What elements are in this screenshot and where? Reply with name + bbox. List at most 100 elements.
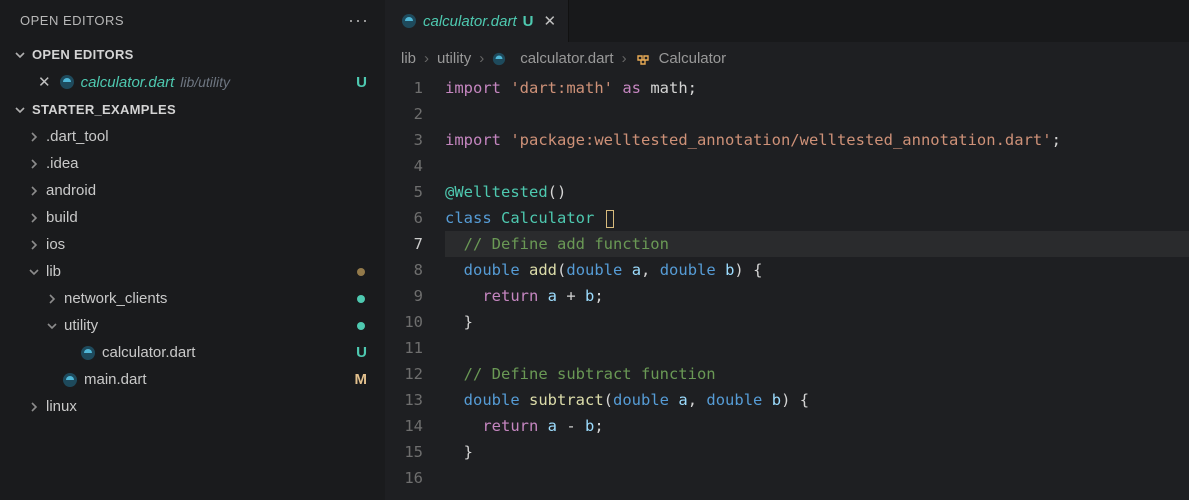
tree-folder[interactable]: build xyxy=(0,204,385,231)
sidebar-header: OPEN EDITORS ··· xyxy=(0,0,385,41)
line-number: 15 xyxy=(385,439,423,465)
dart-file-icon xyxy=(62,372,78,388)
open-editor-filename: calculator.dart xyxy=(81,74,175,91)
dart-file-icon xyxy=(401,13,417,29)
sidebar-title: OPEN EDITORS xyxy=(20,13,124,28)
tree-label: main.dart xyxy=(84,371,147,388)
chevron-right-icon xyxy=(28,185,42,197)
bracket-highlight xyxy=(606,210,614,228)
close-icon[interactable]: ✕ xyxy=(38,73,51,91)
tree-label: lib xyxy=(46,263,61,280)
chevron-right-icon: › xyxy=(424,50,429,67)
code-line[interactable]: // Define add function xyxy=(445,231,1189,257)
tree-label: .dart_tool xyxy=(46,128,109,145)
code-editor[interactable]: 12345678910111213141516 import 'dart:mat… xyxy=(385,75,1189,491)
code-line[interactable]: return a - b; xyxy=(445,413,1189,439)
chevron-right-icon xyxy=(28,239,42,251)
tree-file[interactable]: main.dart M xyxy=(0,366,385,393)
code-line[interactable]: } xyxy=(445,309,1189,335)
editor-area: calculator.dart U ✕ lib › utility › calc… xyxy=(385,0,1189,500)
open-editor-item[interactable]: ✕ calculator.dart lib/utility U xyxy=(0,68,385,96)
dart-file-icon xyxy=(59,74,75,90)
git-dot-icon xyxy=(357,268,365,276)
code-line[interactable]: } xyxy=(445,439,1189,465)
line-number: 4 xyxy=(385,153,423,179)
more-icon[interactable]: ··· xyxy=(348,10,369,31)
chevron-down-icon xyxy=(14,104,28,116)
breadcrumb[interactable]: lib › utility › calculator.dart › Calcul… xyxy=(385,42,1189,75)
tree-folder[interactable]: network_clients xyxy=(0,285,385,312)
code-line[interactable] xyxy=(445,153,1189,179)
git-dot-icon xyxy=(357,295,365,303)
git-status-badge: M xyxy=(355,371,368,388)
line-number: 16 xyxy=(385,465,423,491)
chevron-right-icon: › xyxy=(479,50,484,67)
open-editors-section[interactable]: OPEN EDITORS xyxy=(0,41,385,68)
line-number: 1 xyxy=(385,75,423,101)
code-line[interactable]: return a + b; xyxy=(445,283,1189,309)
open-editors-title: OPEN EDITORS xyxy=(32,47,134,62)
chevron-down-icon xyxy=(28,266,42,278)
tree-folder[interactable]: ios xyxy=(0,231,385,258)
line-number: 10 xyxy=(385,309,423,335)
tree-folder[interactable]: android xyxy=(0,177,385,204)
code-line[interactable]: // Define subtract function xyxy=(445,361,1189,387)
line-number: 8 xyxy=(385,257,423,283)
breadcrumb-seg[interactable]: Calculator xyxy=(659,50,727,67)
code-line[interactable]: import 'package:welltested_annotation/we… xyxy=(445,127,1189,153)
tree-folder[interactable]: utility xyxy=(0,312,385,339)
breadcrumb-seg[interactable]: utility xyxy=(437,50,471,67)
code-line[interactable]: class Calculator xyxy=(445,205,1189,231)
git-status-badge: U xyxy=(356,344,367,361)
line-number: 2 xyxy=(385,101,423,127)
tree-folder[interactable]: linux xyxy=(0,393,385,420)
tree-label: calculator.dart xyxy=(102,344,195,361)
code-line[interactable]: import 'dart:math' as math; xyxy=(445,75,1189,101)
breadcrumb-seg[interactable]: lib xyxy=(401,50,416,67)
breadcrumb-seg[interactable]: calculator.dart xyxy=(520,50,613,67)
code-line[interactable]: @Welltested() xyxy=(445,179,1189,205)
chevron-down-icon xyxy=(46,320,60,332)
sidebar: OPEN EDITORS ··· OPEN EDITORS ✕ calculat… xyxy=(0,0,385,500)
line-number: 6 xyxy=(385,205,423,231)
code-line[interactable] xyxy=(445,465,1189,491)
code-line[interactable]: double subtract(double a, double b) { xyxy=(445,387,1189,413)
tab-bar: calculator.dart U ✕ xyxy=(385,0,1189,42)
editor-tab[interactable]: calculator.dart U ✕ xyxy=(385,0,569,42)
chevron-right-icon xyxy=(28,401,42,413)
close-icon[interactable]: ✕ xyxy=(544,12,557,30)
chevron-down-icon xyxy=(14,49,28,61)
tree-label: build xyxy=(46,209,78,226)
line-number: 3 xyxy=(385,127,423,153)
tree-folder[interactable]: .idea xyxy=(0,150,385,177)
tree-label: utility xyxy=(64,317,98,334)
line-gutter: 12345678910111213141516 xyxy=(385,75,445,491)
file-tree: .dart_tool .idea android build ios libnetwork… xyxy=(0,123,385,420)
line-number: 5 xyxy=(385,179,423,205)
chevron-right-icon xyxy=(28,131,42,143)
line-number: 14 xyxy=(385,413,423,439)
code-line[interactable]: double add(double a, double b) { xyxy=(445,257,1189,283)
tree-label: .idea xyxy=(46,155,79,172)
line-number: 12 xyxy=(385,361,423,387)
line-number: 9 xyxy=(385,283,423,309)
line-number: 13 xyxy=(385,387,423,413)
project-section[interactable]: STARTER_EXAMPLES xyxy=(0,96,385,123)
dart-file-icon xyxy=(492,52,506,66)
git-status-badge: U xyxy=(523,13,534,30)
git-status-badge: U xyxy=(356,74,367,91)
code-content[interactable]: import 'dart:math' as math; import 'packa… xyxy=(445,75,1189,491)
chevron-right-icon xyxy=(28,158,42,170)
dart-file-icon xyxy=(80,345,96,361)
project-title: STARTER_EXAMPLES xyxy=(32,102,176,117)
chevron-right-icon xyxy=(28,212,42,224)
line-number: 11 xyxy=(385,335,423,361)
code-line[interactable] xyxy=(445,101,1189,127)
tree-label: network_clients xyxy=(64,290,167,307)
code-line[interactable] xyxy=(445,335,1189,361)
tab-filename: calculator.dart xyxy=(423,13,517,30)
tree-folder[interactable]: .dart_tool xyxy=(0,123,385,150)
tree-folder[interactable]: lib xyxy=(0,258,385,285)
open-editor-path: lib/utility xyxy=(180,74,230,90)
tree-file[interactable]: calculator.dart U xyxy=(0,339,385,366)
